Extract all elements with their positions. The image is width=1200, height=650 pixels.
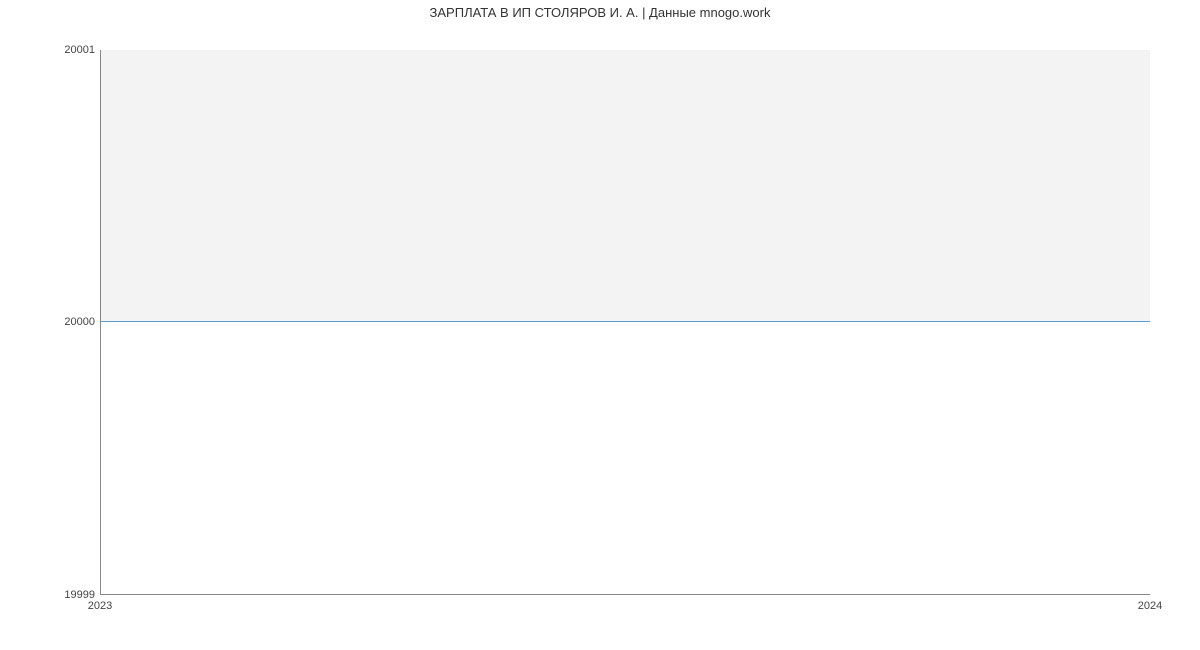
x-axis-tick-label: 2024 — [1138, 600, 1162, 612]
y-axis-tick-label: 20000 — [64, 316, 95, 328]
salary-line-series — [101, 321, 1150, 322]
chart-container: ЗАРПЛАТА В ИП СТОЛЯРОВ И. А. | Данные mn… — [0, 0, 1200, 650]
plot-area — [100, 50, 1150, 595]
chart-title: ЗАРПЛАТА В ИП СТОЛЯРОВ И. А. | Данные mn… — [0, 5, 1200, 20]
y-axis-tick-label: 20001 — [64, 44, 95, 56]
chart-fill-region — [101, 50, 1150, 322]
x-axis-tick-label: 2023 — [88, 600, 112, 612]
